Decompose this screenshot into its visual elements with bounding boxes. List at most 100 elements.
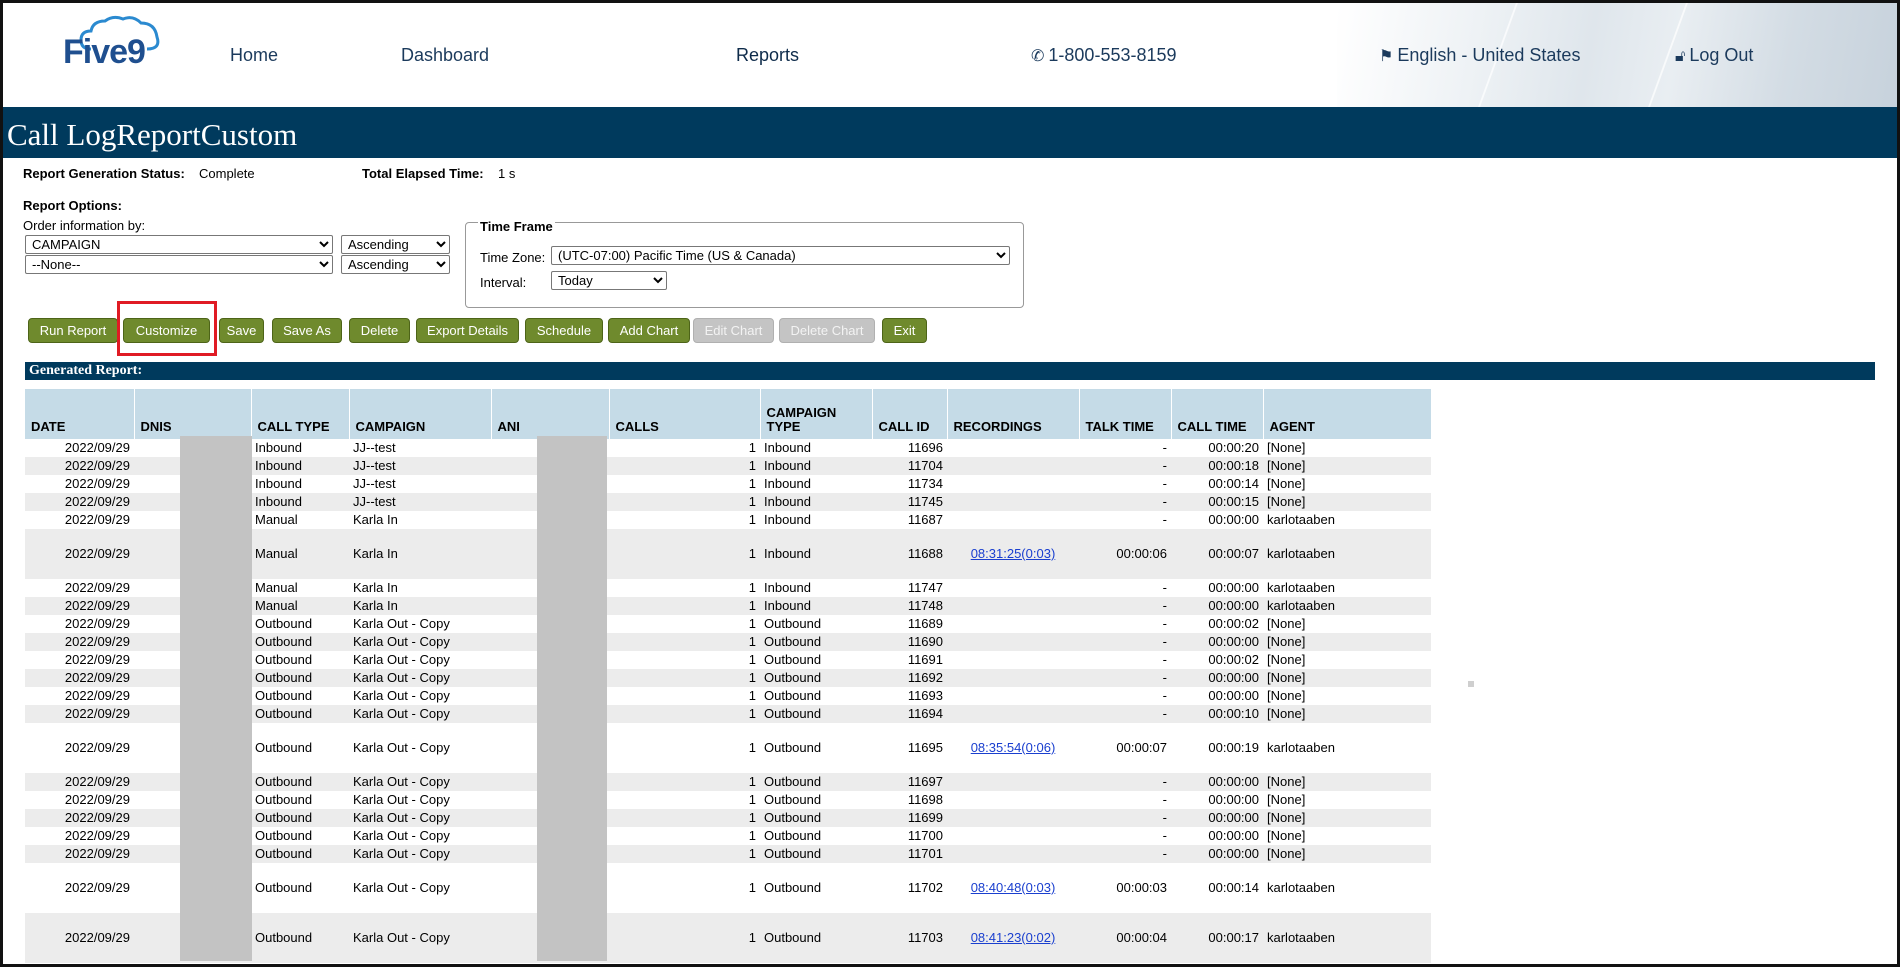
elapsed-time-value: 1 s (498, 166, 516, 181)
table-cell: Inbound (760, 529, 872, 579)
interval-label: Interval: (480, 275, 527, 290)
recording-link[interactable]: 08:35:54(0:06) (971, 740, 1056, 755)
five9-logo[interactable]: Five9 (63, 15, 163, 75)
table-cell: Karla Out - Copy (349, 705, 491, 723)
table-cell: JJ--test (349, 457, 491, 475)
column-header-recordings[interactable]: RECORDINGS (947, 389, 1080, 439)
table-cell: Inbound (760, 457, 872, 475)
table-cell: [None] (1263, 669, 1431, 687)
column-header-dnis[interactable]: DNIS (134, 389, 252, 439)
column-header-agent[interactable]: AGENT (1263, 389, 1432, 439)
table-cell: Outbound (255, 880, 313, 895)
table-cell (947, 809, 1079, 827)
add-chart-button[interactable]: Add Chart (608, 318, 690, 343)
nav-reports[interactable]: Reports (736, 45, 799, 66)
table-cell (947, 773, 1079, 791)
recording-link[interactable]: 08:31:25(0:03) (971, 546, 1056, 561)
table-cell: - (1079, 705, 1171, 723)
table-cell: karlotaaben (1267, 512, 1335, 527)
logout-link[interactable]: 🔓︎ Log Out (1675, 45, 1753, 66)
table-cell: Karla Out - Copy (349, 913, 491, 963)
table-cell: 00:00:00 (1171, 809, 1263, 827)
nav-dashboard[interactable]: Dashboard (401, 45, 489, 66)
table-cell: 11698 (907, 792, 943, 807)
save-as-button[interactable]: Save As (272, 318, 342, 343)
export-details-button[interactable]: Export Details (416, 318, 519, 343)
table-cell: 1 (609, 457, 760, 475)
table-cell: 08:41:23(0:02) (947, 913, 1079, 963)
table-cell: Karla Out - Copy (353, 880, 450, 895)
table-cell: 00:00:15 (1171, 493, 1263, 511)
column-header-campaign-type[interactable]: CAMPAIGN TYPE (760, 389, 873, 439)
time-zone-select[interactable]: (UTC-07:00) Pacific Time (US & Canada) (551, 246, 1010, 265)
column-header-call-type[interactable]: CALL TYPE (251, 389, 350, 439)
column-header-ani[interactable]: ANI (491, 389, 610, 439)
column-header-call-id[interactable]: CALL ID (872, 389, 948, 439)
interval-select[interactable]: Today (551, 271, 667, 290)
delete-button[interactable]: Delete (349, 318, 410, 343)
table-cell: 11747 (907, 580, 943, 595)
table-cell: 1 (748, 512, 756, 527)
table-cell: 11697 (872, 773, 947, 791)
table-cell: Outbound (764, 652, 822, 667)
edit-chart-button[interactable]: Edit Chart (693, 318, 774, 343)
table-cell: 2022/09/29 (25, 773, 134, 791)
column-header-talk-time[interactable]: TALK TIME (1079, 389, 1172, 439)
schedule-button[interactable]: Schedule (525, 318, 603, 343)
dnis-redaction-mask (180, 436, 252, 961)
order-field-1-select[interactable]: CAMPAIGN (25, 235, 333, 254)
table-cell: Outbound (251, 705, 349, 723)
recording-link[interactable]: 08:41:23(0:02) (971, 930, 1056, 945)
delete-chart-button[interactable]: Delete Chart (779, 318, 875, 343)
table-cell: 00:00:00 (1171, 597, 1263, 615)
recording-link[interactable]: 08:40:48(0:03) (971, 880, 1056, 895)
table-cell: 1 (609, 809, 760, 827)
column-header-date[interactable]: DATE (25, 389, 135, 439)
table-cell: 1 (609, 493, 760, 511)
order-direction-1-select[interactable]: Ascending (341, 235, 450, 254)
table-cell: 08:35:54(0:06) (947, 723, 1079, 773)
column-header-call-time[interactable]: CALL TIME (1171, 389, 1264, 439)
logout-label: Log Out (1689, 45, 1754, 65)
table-cell: 2022/09/29 (25, 669, 134, 687)
support-phone[interactable]: ✆ 1-800-553-8159 (1031, 45, 1177, 66)
table-cell: [None] (1263, 705, 1431, 723)
column-header-calls[interactable]: CALLS (609, 389, 761, 439)
table-cell: - (1079, 493, 1171, 511)
table-cell: 1 (748, 476, 756, 491)
table-cell (947, 475, 1079, 493)
table-cell: - (1079, 845, 1171, 863)
table-cell: 2022/09/29 (64, 440, 130, 455)
column-header-campaign[interactable]: CAMPAIGN (349, 389, 492, 439)
table-cell: karlotaaben (1267, 740, 1335, 755)
table-cell: [None] (1263, 845, 1431, 863)
language-selector[interactable]: ⚑ English - United States (1379, 45, 1580, 66)
table-cell: 1 (609, 597, 760, 615)
table-cell: Outbound (760, 669, 872, 687)
exit-button[interactable]: Exit (882, 318, 927, 343)
table-cell: 1 (748, 616, 756, 631)
report-options-heading: Report Options: (23, 198, 122, 213)
run-report-button[interactable]: Run Report (28, 318, 118, 343)
generation-status-value: Complete (199, 166, 255, 181)
table-header-row: DATE DNIS CALL TYPE CAMPAIGN ANI CALLS C… (25, 389, 1432, 439)
table-cell: 1 (609, 845, 760, 863)
order-direction-2-select[interactable]: Ascending (341, 255, 450, 274)
nav-home[interactable]: Home (230, 45, 278, 66)
table-cell: 11691 (907, 652, 943, 667)
order-field-2-select[interactable]: --None-- (25, 255, 333, 274)
table-cell: Outbound (760, 633, 872, 651)
table-cell: [None] (1267, 616, 1306, 631)
table-cell (947, 511, 1079, 529)
save-button[interactable]: Save (219, 318, 264, 343)
table-cell: - (1162, 828, 1167, 843)
table-cell: 2022/09/29 (25, 529, 134, 579)
table-cell: 08:31:25(0:03) (947, 529, 1079, 579)
table-cell: 2022/09/29 (25, 809, 134, 827)
table-cell: Inbound (760, 597, 872, 615)
table-cell: 1 (609, 669, 760, 687)
table-cell: Inbound (760, 493, 872, 511)
table-cell: Karla Out - Copy (353, 828, 450, 843)
table-cell: 1 (748, 580, 756, 595)
language-label: English - United States (1397, 45, 1581, 65)
